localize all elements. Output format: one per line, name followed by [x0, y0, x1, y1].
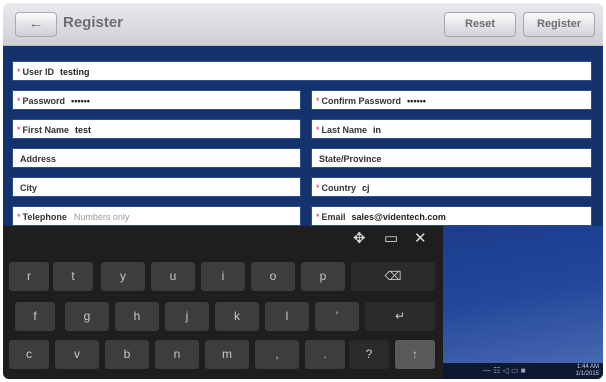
- address-field[interactable]: Address: [12, 148, 301, 168]
- key-question-mark[interactable]: ?: [349, 340, 389, 369]
- city-label: City: [20, 183, 38, 193]
- confirm-password-label: Confirm Password: [321, 96, 402, 106]
- key-l[interactable]: l: [265, 302, 309, 331]
- key-g[interactable]: g: [65, 302, 109, 331]
- key-k[interactable]: k: [215, 302, 259, 331]
- country-label: Country: [321, 183, 357, 193]
- taskbar-clock[interactable]: 1:44 AM 1/1/2015: [576, 364, 599, 378]
- title-bar: ← Register Reset Register: [3, 3, 603, 46]
- telephone-label: Telephone: [22, 212, 67, 222]
- key-y[interactable]: y: [101, 262, 145, 291]
- keyboard-toolbar: ✥ ▭ ✕: [3, 226, 443, 252]
- confirm-password-field[interactable]: * Confirm Password ••••••: [311, 90, 592, 110]
- country-value: cj: [362, 183, 370, 193]
- key-i[interactable]: i: [201, 262, 245, 291]
- first-name-label: First Name: [22, 125, 70, 135]
- first-name-field[interactable]: * First Name test: [12, 119, 301, 139]
- city-field[interactable]: City: [12, 177, 301, 197]
- desktop-background: — ☷ ◁ ▭ ■ 1:44 AM 1/1/2015: [443, 226, 603, 379]
- key-c[interactable]: c: [9, 340, 49, 369]
- key-j[interactable]: j: [165, 302, 209, 331]
- reset-button[interactable]: Reset: [444, 12, 516, 37]
- last-name-label: Last Name: [321, 125, 368, 135]
- required-marker: *: [316, 125, 320, 135]
- key-enter[interactable]: ↵: [365, 302, 435, 331]
- country-field[interactable]: * Country cj: [311, 177, 592, 197]
- key-f[interactable]: f: [15, 302, 55, 331]
- key-backspace[interactable]: ⌫: [351, 262, 435, 291]
- required-marker: *: [17, 212, 21, 222]
- key-r[interactable]: r: [9, 262, 49, 291]
- password-value: ••••••: [71, 96, 90, 106]
- app-window: ← Register Reset Register * User ID testin…: [3, 3, 603, 379]
- required-marker: *: [17, 96, 21, 106]
- user-id-field[interactable]: * User ID testing: [12, 61, 592, 81]
- required-marker: *: [17, 125, 21, 135]
- close-keyboard-icon[interactable]: ✕: [414, 230, 427, 248]
- last-name-field[interactable]: * Last Name in: [311, 119, 592, 139]
- key-p[interactable]: p: [301, 262, 345, 291]
- last-name-value: in: [373, 125, 382, 135]
- key-period[interactable]: .: [305, 340, 345, 369]
- password-field[interactable]: * Password ••••••: [12, 90, 301, 110]
- email-value: sales@videntech.com: [351, 212, 446, 222]
- key-t[interactable]: t: [53, 262, 93, 291]
- move-keyboard-icon[interactable]: ✥: [353, 230, 366, 248]
- address-label: Address: [20, 154, 57, 164]
- user-id-value: testing: [60, 67, 90, 77]
- required-marker: *: [316, 212, 320, 222]
- register-button[interactable]: Register: [523, 12, 595, 37]
- taskbar: — ☷ ◁ ▭ ■ 1:44 AM 1/1/2015: [443, 363, 603, 379]
- key-u[interactable]: u: [151, 262, 195, 291]
- key-v[interactable]: v: [55, 340, 99, 369]
- key-b[interactable]: b: [105, 340, 149, 369]
- state-province-label: State/Province: [319, 154, 382, 164]
- system-tray-icons[interactable]: — ☷ ◁ ▭ ■: [483, 366, 526, 376]
- key-o[interactable]: o: [251, 262, 295, 291]
- confirm-password-value: ••••••: [407, 96, 426, 106]
- page-title: Register: [63, 14, 124, 31]
- back-arrow-icon: ←: [28, 15, 44, 32]
- required-marker: *: [316, 96, 320, 106]
- required-marker: *: [316, 183, 320, 193]
- on-screen-keyboard: ✥ ▭ ✕ r t y u i o p ⌫ f g h j k l ' ↵ c …: [3, 226, 443, 379]
- required-marker: *: [17, 67, 21, 77]
- clock-time: 1:44 AM: [576, 364, 599, 370]
- email-field[interactable]: * Email sales@videntech.com: [311, 206, 592, 226]
- registration-form: * User ID testing * Password •••••• * Confirm…: [3, 46, 603, 226]
- password-label: Password: [22, 96, 66, 106]
- user-id-label: User ID: [22, 67, 55, 77]
- key-apostrophe[interactable]: ': [315, 302, 359, 331]
- key-n[interactable]: n: [155, 340, 199, 369]
- key-shift[interactable]: ↑: [395, 340, 435, 369]
- email-label: Email: [321, 212, 346, 222]
- key-comma[interactable]: ,: [255, 340, 299, 369]
- state-province-field[interactable]: State/Province: [311, 148, 592, 168]
- telephone-field[interactable]: * Telephone Numbers only: [12, 206, 301, 226]
- key-m[interactable]: m: [205, 340, 249, 369]
- first-name-value: test: [75, 125, 92, 135]
- clock-date: 1/1/2015: [575, 371, 599, 377]
- back-button[interactable]: ←: [15, 12, 57, 37]
- dock-keyboard-icon[interactable]: ▭: [384, 230, 398, 248]
- telephone-placeholder: Numbers only: [73, 212, 130, 222]
- key-h[interactable]: h: [115, 302, 159, 331]
